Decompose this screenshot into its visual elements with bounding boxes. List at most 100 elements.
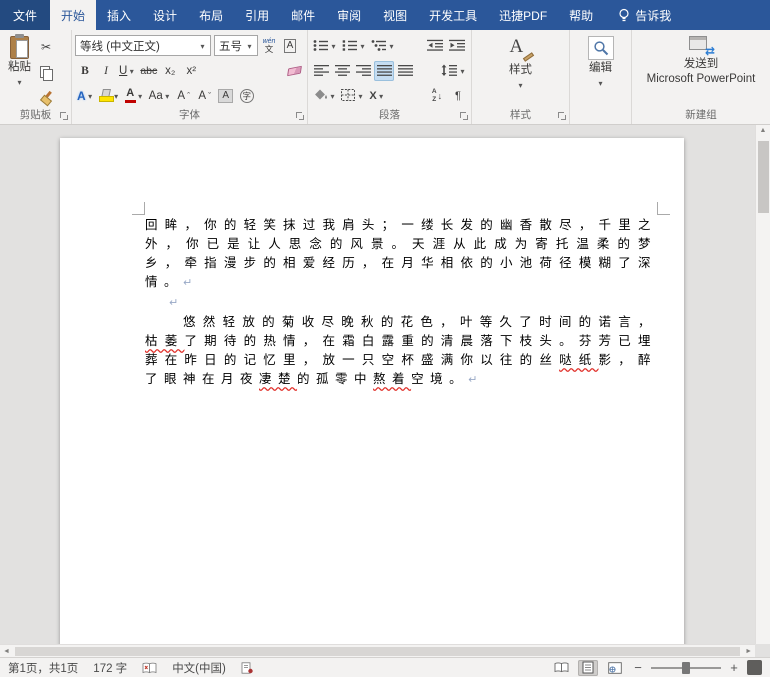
subscript-button[interactable]: x₂	[160, 61, 180, 81]
tab-file[interactable]: 文件	[0, 0, 51, 30]
copy-button[interactable]	[36, 62, 56, 82]
clear-formatting-button[interactable]	[284, 61, 304, 81]
scissors-icon: ✂	[40, 40, 52, 54]
styles-button[interactable]: A 样式	[503, 33, 539, 109]
numbered-list-icon	[342, 39, 358, 52]
horizontal-scrollbar-thumb[interactable]	[14, 646, 741, 656]
asian-layout-icon: X	[369, 89, 377, 102]
text-effects-button[interactable]: A	[75, 86, 96, 106]
font-color-button[interactable]: A	[123, 86, 146, 106]
tab-review[interactable]: 审阅	[326, 0, 372, 30]
align-left-icon	[313, 64, 329, 77]
underline-button[interactable]: U	[117, 61, 137, 81]
corner-badge	[747, 660, 762, 675]
tab-insert[interactable]: 插入	[96, 0, 142, 30]
tab-view[interactable]: 视图	[372, 0, 418, 30]
font-color-icon: A	[124, 88, 136, 103]
clipboard-dialog-launcher[interactable]	[60, 112, 69, 121]
misspelled-text: 枯萎	[145, 334, 185, 348]
vertical-scrollbar-thumb[interactable]	[758, 141, 769, 213]
numbering-button[interactable]	[340, 36, 368, 56]
document-paragraph[interactable]: 回眸，你的轻笑抹过我肩头；一缕长发的幽香散尽，千里之外，你已是让人思念的风景。天…	[145, 216, 657, 293]
page-indicator[interactable]: 第1页，共1页	[8, 660, 78, 676]
editing-button[interactable]: 编辑	[583, 33, 619, 109]
chevron-down-icon	[329, 90, 336, 102]
highlight-color-button[interactable]	[97, 86, 122, 106]
bullets-button[interactable]	[311, 36, 339, 56]
horizontal-scrollbar[interactable]: ◄ ►	[0, 644, 755, 657]
borders-button[interactable]	[339, 86, 366, 106]
sort-button[interactable]: AZ ↓	[427, 86, 447, 106]
tellme-button[interactable]: 告诉我	[608, 0, 681, 30]
distribute-button[interactable]	[395, 61, 415, 81]
print-layout-button[interactable]	[578, 659, 598, 676]
read-mode-button[interactable]	[551, 660, 571, 676]
chevron-down-icon	[246, 40, 253, 52]
tab-developer[interactable]: 开发工具	[418, 0, 488, 30]
sort-icon: AZ ↓	[431, 88, 443, 103]
tab-help[interactable]: 帮助	[558, 0, 604, 30]
bullet-list-icon	[313, 39, 329, 52]
italic-button[interactable]: I	[96, 61, 116, 81]
cut-button[interactable]: ✂	[36, 37, 56, 57]
align-right-icon	[355, 64, 371, 77]
superscript-button[interactable]: x²	[181, 61, 201, 81]
format-painter-button[interactable]	[36, 87, 56, 107]
tab-mailings[interactable]: 邮件	[280, 0, 326, 30]
tab-references[interactable]: 引用	[234, 0, 280, 30]
shading-button[interactable]	[311, 86, 338, 106]
styles-dialog-launcher[interactable]	[558, 112, 567, 121]
clipboard-icon	[10, 34, 29, 59]
line-spacing-button[interactable]	[439, 61, 468, 81]
bold-button[interactable]: B	[75, 61, 95, 81]
grow-font-button[interactable]: A	[174, 86, 194, 106]
macro-status-icon[interactable]	[241, 661, 253, 674]
font-name-select[interactable]: 等线 (中文正文)	[75, 35, 211, 56]
zoom-out-button[interactable]: −	[632, 660, 644, 675]
zoom-in-button[interactable]: +	[728, 660, 740, 675]
send-to-powerpoint-button[interactable]: ⇄ 发送到 Microsoft PowerPoint	[642, 33, 761, 109]
character-border-button[interactable]: A	[280, 36, 300, 56]
shrink-font-button[interactable]: A	[195, 86, 215, 106]
justify-button[interactable]	[374, 60, 394, 81]
show-formatting-marks-button[interactable]: ¶	[448, 86, 468, 106]
asian-layout-button[interactable]: X	[367, 86, 387, 106]
enclose-characters-button[interactable]: 字	[237, 86, 257, 106]
multilevel-list-button[interactable]	[369, 36, 397, 56]
editing-group: 编辑	[570, 30, 632, 124]
align-center-button[interactable]	[332, 61, 352, 81]
language-indicator[interactable]: 中文(中国)	[172, 660, 226, 676]
scroll-up-icon: ▲	[759, 127, 767, 134]
paste-button[interactable]: 粘贴	[3, 33, 36, 107]
proofing-status-icon[interactable]	[142, 662, 157, 674]
phonetic-guide-button[interactable]: wén 文	[259, 36, 279, 56]
web-layout-button[interactable]	[605, 660, 625, 676]
change-case-button[interactable]: Aa	[147, 86, 173, 106]
document-paragraph[interactable]: ↵	[145, 293, 657, 313]
font-dialog-launcher[interactable]	[296, 112, 305, 121]
decrease-indent-button[interactable]	[425, 36, 446, 56]
new-group-label: 新建组	[685, 109, 717, 121]
align-right-button[interactable]	[353, 61, 373, 81]
zoom-slider-thumb[interactable]	[682, 661, 690, 674]
font-size-select[interactable]: 五号	[214, 35, 258, 56]
zoom-slider[interactable]	[651, 661, 721, 674]
grow-font-icon: A	[177, 89, 186, 102]
misspelled-text: 凄楚	[259, 372, 298, 386]
tab-layout[interactable]: 布局	[188, 0, 234, 30]
character-shading-button[interactable]: A	[216, 86, 236, 106]
tab-design[interactable]: 设计	[142, 0, 188, 30]
align-left-button[interactable]	[311, 61, 331, 81]
strikethrough-button[interactable]: abc	[138, 61, 159, 81]
margin-crop-mark-top-left	[132, 202, 145, 215]
paragraph-dialog-launcher[interactable]	[460, 112, 469, 121]
eraser-icon	[286, 65, 302, 76]
vertical-scrollbar[interactable]: ▲	[755, 125, 770, 644]
tab-home[interactable]: 开始	[50, 0, 97, 30]
tab-pdf[interactable]: 迅捷PDF	[488, 0, 558, 30]
document-paragraph[interactable]: 悠然轻放的菊收尽晚秋的花色，叶等久了时间的诺言，枯萎了期待的热情，在霜白露重的清…	[145, 313, 657, 390]
increase-indent-button[interactable]	[447, 36, 468, 56]
document-page[interactable]: 回眸，你的轻笑抹过我肩头；一缕长发的幽香散尽，千里之外，你已是让人思念的风景。天…	[60, 138, 684, 657]
word-count[interactable]: 172 字	[93, 660, 127, 676]
chevron-down-icon	[113, 90, 120, 102]
